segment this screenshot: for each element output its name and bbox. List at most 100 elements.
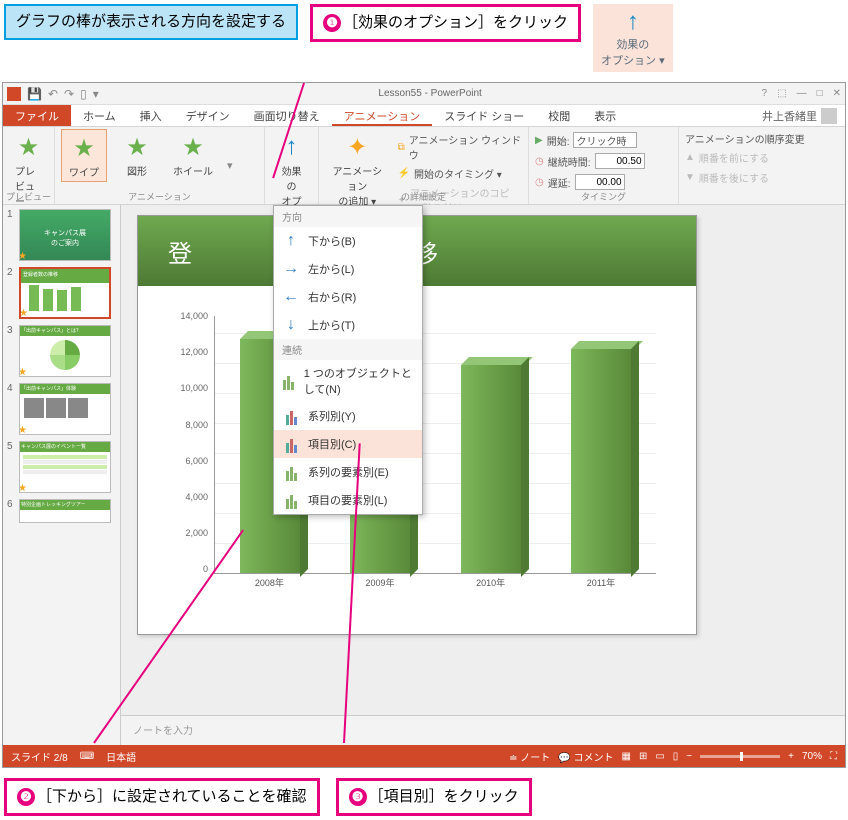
user-account[interactable]: 井上香緒里 (754, 105, 845, 126)
chart-x-axis: 2008年 2009年 2010年 2011年 (214, 576, 656, 594)
redo-icon[interactable]: ↷ (64, 87, 74, 101)
anim-indicator-icon: ★ (19, 425, 27, 435)
thumbnail-1[interactable]: キャンパス展のご案内★ (19, 209, 111, 261)
comments-button[interactable]: 💬 コメント (558, 749, 613, 764)
trigger-button[interactable]: ⚡開始のタイミング ▾ (398, 165, 522, 182)
slide-counter: スライド 2/8 (11, 749, 68, 764)
start-select[interactable]: クリック時 (573, 132, 637, 148)
dd-section-sequence: 連続 (274, 339, 422, 360)
language[interactable]: 日本語 (106, 749, 136, 764)
minimize-icon[interactable]: — (797, 88, 807, 99)
zoom-slider[interactable] (700, 755, 780, 758)
dd-from-left[interactable]: →左から(L) (274, 255, 422, 283)
preview-star-icon: ★ (13, 131, 45, 163)
step1-text: ［効果のオプション］をクリック (343, 14, 568, 31)
effect-options-dropdown: 方向 ↑下から(B) →左から(L) ←右から(R) ↓上から(T) 連続 1 … (273, 205, 423, 515)
group-animation: アニメーション (55, 190, 264, 203)
tab-slideshow[interactable]: スライド ショー (432, 105, 536, 126)
anim-indicator-icon: ★ (19, 251, 27, 261)
anim-indicator-icon: ★ (19, 308, 28, 319)
maximize-icon[interactable]: □ (817, 88, 823, 99)
dd-from-right[interactable]: ←右から(R) (274, 283, 422, 311)
close-icon[interactable]: ✕ (833, 88, 841, 99)
dd-by-category[interactable]: 項目別(C) (274, 430, 422, 458)
thumbnail-6[interactable]: 特別企画トレッキングツアー (19, 499, 111, 523)
tab-transitions[interactable]: 画面切り替え (242, 105, 332, 126)
dd-as-one[interactable]: 1 つのオブジェクトとして(N) (274, 360, 422, 402)
tab-animations[interactable]: アニメーション (332, 105, 433, 126)
thumbnail-3[interactable]: 「出前キャンパス」とは？★ (19, 325, 111, 377)
down-icon: ▼ (685, 172, 695, 183)
ribbon: ★ プレビュー プレビュー ★ ワイプ ★ 図形 ★ ホイール ▾ (3, 127, 845, 205)
ribbon-tabs: ファイル ホーム 挿入 デザイン 画面切り替え アニメーション スライド ショー… (3, 105, 845, 127)
tab-home[interactable]: ホーム (71, 105, 128, 126)
normal-view-icon[interactable]: ▦ (621, 751, 630, 762)
move-later-button[interactable]: ▼順番を後にする (685, 169, 839, 186)
statusbar: スライド 2/8 ⌨ 日本語 ≐ ノート 💬 コメント ▦ ⊞ ▭ ▯ − + … (3, 745, 845, 767)
delay-icon: ◷ (535, 177, 544, 188)
tab-review[interactable]: 校閲 (536, 105, 582, 126)
bar-2011 (571, 349, 631, 573)
bar-2010 (461, 365, 521, 573)
step3-text: ［項目別］をクリック (369, 788, 519, 805)
dd-by-series-elem[interactable]: 系列の要素別(E) (274, 458, 422, 486)
thumbnail-panel[interactable]: 1キャンパス展のご案内★ 2登録者数の推移★ 3「出前キャンパス」とは？★ 4「… (3, 205, 121, 745)
slide-canvas[interactable]: 登 推移 02,0004,000 6,0008,00010,000 12,000… (121, 205, 845, 745)
fit-window-icon[interactable]: ⛶ (830, 751, 837, 762)
spell-check-icon[interactable]: ⌨ (80, 751, 94, 762)
delay-label: 遅延: (548, 175, 571, 190)
save-icon[interactable]: 💾 (27, 87, 42, 101)
star-icon: ★ (121, 131, 153, 163)
group-timing: タイミング (529, 190, 678, 203)
arrow-down-icon: ↓ (282, 316, 300, 334)
notes-button[interactable]: ≐ ノート (509, 749, 550, 764)
help-icon[interactable]: ? (762, 88, 768, 99)
tab-insert[interactable]: 挿入 (128, 105, 174, 126)
tab-design[interactable]: デザイン (174, 105, 242, 126)
step-number-2: ❷ (17, 788, 35, 806)
anim-wipe-label: ワイプ (69, 164, 99, 179)
anim-wheel[interactable]: ★ ホイール (167, 129, 219, 180)
duration-input[interactable] (595, 153, 645, 169)
dd-from-top[interactable]: ↓上から(T) (274, 311, 422, 339)
reading-view-icon[interactable]: ▭ (655, 751, 664, 762)
move-earlier-button[interactable]: ▲順番を前にする (685, 149, 839, 166)
tab-file[interactable]: ファイル (3, 105, 71, 126)
delay-input[interactable] (575, 174, 625, 190)
undo-icon[interactable]: ↶ (48, 87, 58, 101)
user-name: 井上香緒里 (762, 108, 817, 124)
pane-icon: ⧉ (398, 142, 405, 153)
play-icon: ▶ (535, 135, 543, 146)
thumbnail-5[interactable]: キャンパス展のイベント一覧★ (19, 441, 111, 493)
dd-by-series[interactable]: 系列別(Y) (274, 402, 422, 430)
thumbnail-4[interactable]: 「出前キャンパス」体験★ (19, 383, 111, 435)
anim-wipe[interactable]: ★ ワイプ (61, 129, 107, 182)
main-area: 1キャンパス展のご案内★ 2登録者数の推移★ 3「出前キャンパス」とは？★ 4「… (3, 205, 845, 745)
animation-pane-button[interactable]: ⧉アニメーション ウィンドウ (398, 131, 522, 163)
dd-from-bottom[interactable]: ↑下から(B) (274, 227, 422, 255)
sorter-view-icon[interactable]: ⊞ (639, 751, 647, 762)
instruction-step1: ❶［効果のオプション］をクリック (310, 4, 581, 42)
arrow-left-icon: ← (282, 288, 300, 306)
ribbon-display-icon[interactable]: ⬚ (777, 88, 786, 99)
zoom-in-icon[interactable]: + (788, 751, 794, 762)
tab-view[interactable]: 表示 (582, 105, 628, 126)
powerpoint-window: 💾 ↶ ↷ ▯ ▾ Lesson55 - PowerPoint ? ⬚ — □ … (2, 82, 846, 768)
zoom-level[interactable]: 70% (802, 751, 822, 762)
titlebar: 💾 ↶ ↷ ▯ ▾ Lesson55 - PowerPoint ? ⬚ — □ … (3, 83, 845, 105)
slideshow-view-icon[interactable]: ▯ (673, 751, 679, 762)
thumbnail-2[interactable]: 登録者数の推移★ (19, 267, 111, 319)
app-icon (7, 87, 21, 101)
dd-section-direction: 方向 (274, 206, 422, 227)
notes-pane[interactable]: ノートを入力 (121, 715, 845, 745)
step-number-3: ❸ (349, 788, 367, 806)
barchart-icon (282, 435, 300, 453)
start-label: 開始: (547, 133, 570, 148)
dd-by-category-elem[interactable]: 項目の要素別(L) (274, 486, 422, 514)
reorder-label: アニメーションの順序変更 (685, 131, 839, 146)
gallery-more-icon[interactable]: ▾ (227, 159, 233, 172)
anim-shape[interactable]: ★ 図形 (115, 129, 159, 180)
start-slideshow-icon[interactable]: ▯ (80, 87, 87, 101)
zoom-out-icon[interactable]: − (686, 751, 692, 762)
anim-indicator-icon: ★ (19, 367, 27, 377)
